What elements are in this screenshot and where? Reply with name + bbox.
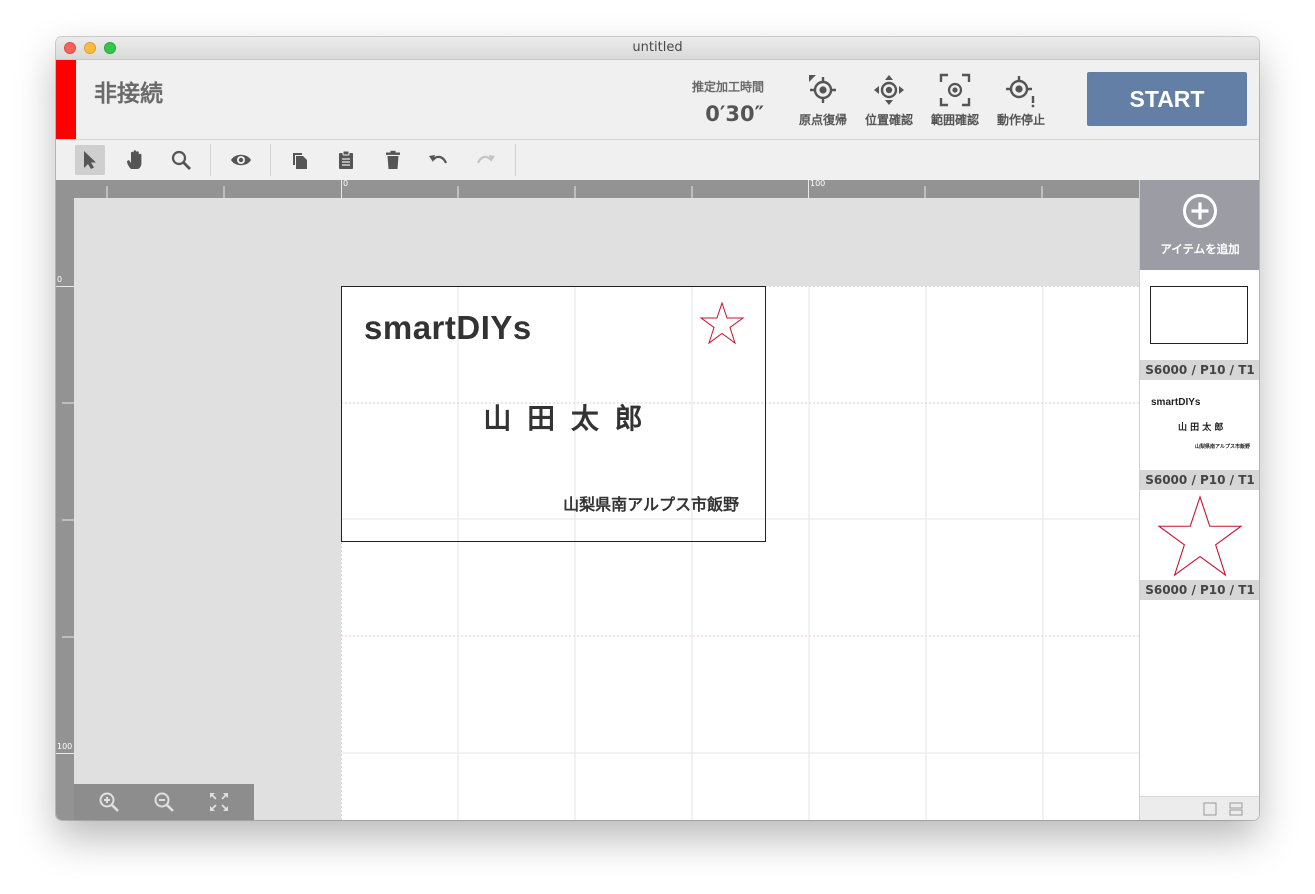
item-thumbnail-text[interactable]: smartDIYs 山 田 太 郎 山梨県南アルプス市飯野 [1140,380,1259,470]
hand-icon [127,150,142,169]
item-settings-label: S6000 / P10 / T1 [1140,360,1259,380]
app-window: untitled 非接続 推定加工時間 0′30″ 原点復帰 位置確認 範囲確認… [56,37,1259,820]
star-shape[interactable] [699,301,745,345]
toolbar-divider [270,144,271,176]
window-title: untitled [632,40,683,55]
zoom-out-button[interactable] [151,789,177,815]
connection-status-indicator [56,60,76,139]
position-check-icon [874,75,904,105]
horizontal-ruler: 0 100 [56,180,1139,198]
select-tool-button[interactable] [75,145,105,175]
thumb-address-text: 山梨県南アルプス市飯野 [1195,444,1250,450]
items-panel: アイテムを追加 S6000 / P10 / T1 smartDIYs 山 田 太… [1139,180,1259,820]
estimated-time-value: 0′30″ [705,102,764,126]
add-item-label: アイテムを追加 [1160,242,1240,256]
ruler-label-0: 0 [57,275,63,284]
title-bar: untitled [56,37,1259,60]
preview-button[interactable] [226,145,256,175]
plus-circle-icon [1183,194,1217,228]
ruler-label-100: 100 [810,180,826,188]
redo-button[interactable] [470,145,500,175]
rectangle-preview [1150,286,1248,344]
item-thumbnail-rectangle[interactable] [1140,270,1259,360]
card-address-text[interactable]: 山梨県南アルプス市飯野 [563,491,739,515]
origin-return-label: 原点復帰 [798,113,847,127]
start-button[interactable]: START [1087,72,1247,126]
toolbar-divider [210,144,211,176]
range-check-button[interactable]: 範囲確認 [924,70,986,132]
business-card-design[interactable]: smartDIYs 山 田 太 郎 山梨県南アルプス市飯野 [341,286,766,542]
search-icon [171,150,191,170]
thumb-name-text: 山 田 太 郎 [1178,423,1224,433]
hand-tool-button[interactable] [121,145,151,175]
card-name-text[interactable]: 山 田 太 郎 [342,397,767,437]
origin-return-button[interactable]: 原点復帰 [792,70,854,132]
zoom-in-button[interactable] [96,789,122,815]
panel-footer [1140,796,1259,820]
paste-icon [339,150,353,169]
undo-icon [429,155,448,164]
redo-icon [476,155,495,164]
zoom-in-icon [99,792,119,812]
single-view-icon[interactable] [1203,802,1217,816]
stop-operation-label: 動作停止 [996,113,1045,127]
position-check-label: 位置確認 [864,113,913,127]
eye-icon [231,154,251,166]
fit-to-screen-button[interactable] [206,789,232,815]
card-brand-text[interactable]: smartDIYs [364,309,532,347]
stop-operation-icon [1006,76,1035,108]
estimated-time-label: 推定加工時間 [691,80,764,94]
select-arrow-icon [84,151,96,169]
position-check-button[interactable]: 位置確認 [858,70,920,132]
zoom-tool-button[interactable] [166,145,196,175]
toolbar [56,140,1259,180]
delete-button[interactable] [378,145,408,175]
zoom-out-icon [154,792,174,812]
split-view-icon[interactable] [1229,802,1243,816]
trash-icon [386,150,400,169]
vertical-ruler: 0 100 [56,180,74,820]
paste-button[interactable] [331,145,361,175]
range-check-icon [939,73,971,107]
item-settings-label: S6000 / P10 / T1 [1140,470,1259,490]
design-canvas[interactable]: smartDIYs 山 田 太 郎 山梨県南アルプス市飯野 0 100 0 10… [56,180,1139,820]
zoom-controls [74,784,254,820]
connection-status: 非接続 [94,81,163,107]
add-item-button[interactable]: アイテムを追加 [1140,180,1259,270]
copy-button[interactable] [285,145,315,175]
origin-return-icon [809,75,836,103]
item-settings-label: S6000 / P10 / T1 [1140,580,1259,600]
stop-operation-button[interactable]: 動作停止 [990,70,1052,132]
item-thumbnail-star[interactable] [1140,490,1259,580]
range-check-label: 範囲確認 [930,113,979,127]
copy-icon [293,153,307,169]
header: 非接続 推定加工時間 0′30″ 原点復帰 位置確認 範囲確認 動作停止 STA… [56,60,1259,140]
star-preview [1157,495,1243,577]
expand-icon [210,793,228,811]
ruler-label-100: 100 [57,742,73,751]
undo-button[interactable] [424,145,454,175]
ruler-ticks [106,180,1043,198]
ruler-label-0: 0 [343,180,349,188]
thumb-brand-text: smartDIYs [1151,397,1201,408]
toolbar-divider [515,144,516,176]
